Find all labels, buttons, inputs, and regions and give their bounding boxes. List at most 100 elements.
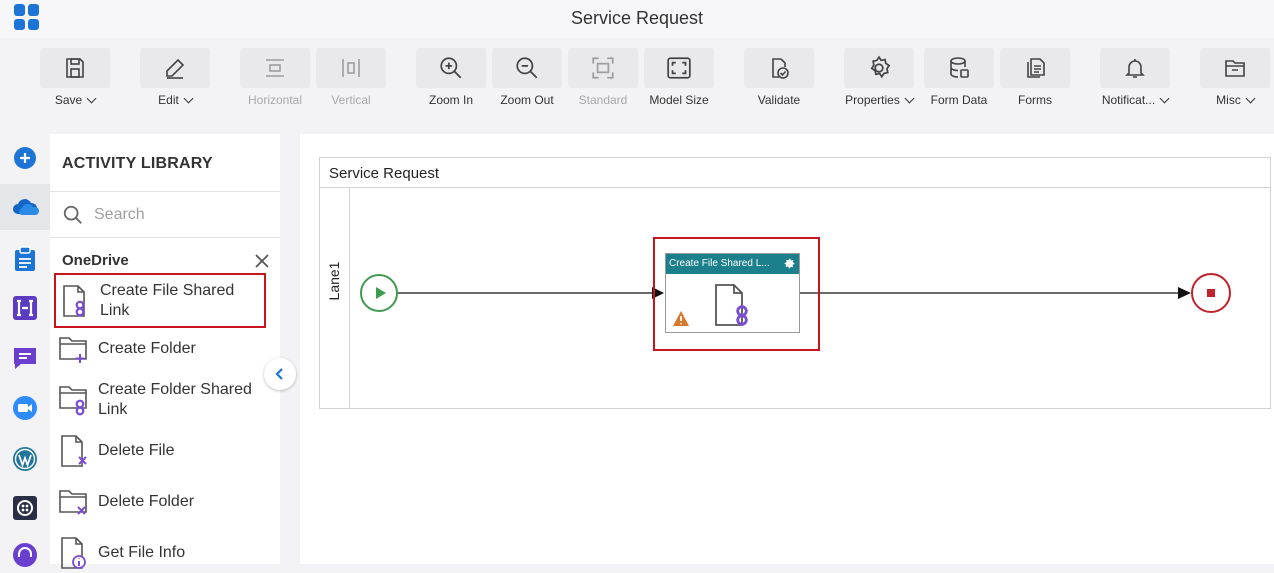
- activity-create-file-shared-link[interactable]: Create File Shared L...: [665, 253, 800, 333]
- library-item-create-folder-shared-link[interactable]: Create Folder Shared Link: [54, 377, 266, 423]
- zoom-out-button[interactable]: Zoom Out: [492, 48, 562, 107]
- folder-delete-icon: [59, 490, 87, 515]
- model-size-button[interactable]: Model Size: [644, 48, 714, 107]
- save-icon: [66, 58, 84, 78]
- add-icon[interactable]: [10, 143, 40, 173]
- model-size-label: Model Size: [649, 93, 709, 107]
- clipboard-icon[interactable]: [10, 244, 40, 274]
- library-item-create-file-shared-link[interactable]: Create File Shared Link: [54, 273, 266, 328]
- edit-label: Edit: [158, 93, 179, 107]
- activity-header: Create File Shared L...: [666, 254, 799, 274]
- file-delete-icon: [61, 435, 87, 467]
- file-info-icon: [61, 537, 86, 569]
- chevron-down-icon: [86, 93, 97, 103]
- bell-icon: [1125, 59, 1145, 78]
- properties-label: Properties: [845, 93, 900, 107]
- validate-icon: [772, 58, 789, 79]
- file-link-icon: [63, 284, 85, 317]
- search-icon: [63, 205, 82, 224]
- library-item-label: Delete File: [98, 442, 175, 459]
- horizontal-button[interactable]: Horizontal: [240, 48, 310, 107]
- zoom-in-button[interactable]: Zoom In: [416, 48, 486, 107]
- notifications-label: Notificat...: [1101, 93, 1156, 107]
- library-item-label: Create Folder Shared Link: [98, 381, 252, 418]
- library-item-label: Get File Info: [98, 544, 186, 561]
- fit-screen-icon: [667, 57, 691, 79]
- notifications-button[interactable]: Notificat...: [1100, 48, 1170, 107]
- save-button[interactable]: Save: [40, 48, 110, 107]
- vertical-layout-icon: [342, 59, 360, 77]
- vertical-label: Vertical: [331, 93, 371, 107]
- pool-header: Service Request: [320, 158, 1270, 188]
- end-event[interactable]: [1191, 273, 1231, 313]
- collapse-library-button[interactable]: [264, 358, 296, 390]
- search-input[interactable]: [94, 204, 274, 226]
- library-item-label: Create File Shared Link: [100, 281, 235, 319]
- library-item-label: Delete Folder: [98, 493, 195, 510]
- folder-add-icon: [59, 337, 87, 363]
- library-item-get-file-info[interactable]: Get File Info: [54, 533, 266, 573]
- misc-folder-icon: [1225, 60, 1245, 77]
- zoom-out-icon: [516, 57, 538, 79]
- forms-label: Forms: [1018, 93, 1052, 107]
- chevron-down-icon: [1245, 93, 1256, 103]
- library-title: ACTIVITY LIBRARY: [62, 155, 213, 172]
- chat-icon[interactable]: [10, 343, 40, 373]
- chevron-down-icon: [183, 93, 194, 103]
- onedrive-cloud-icon[interactable]: [10, 192, 40, 222]
- standard-size-icon: [592, 57, 614, 79]
- wordpress-icon[interactable]: [10, 444, 40, 474]
- file-link-icon: [715, 284, 748, 326]
- dashboard-app-icon[interactable]: [10, 493, 40, 523]
- library-item-delete-folder[interactable]: Delete Folder: [54, 482, 266, 522]
- forms-button[interactable]: Forms: [1000, 48, 1070, 107]
- zoom-out-label: Zoom Out: [500, 93, 554, 107]
- forms-icon: [1027, 58, 1045, 78]
- misc-label: Misc: [1216, 93, 1241, 107]
- close-icon[interactable]: [254, 253, 270, 269]
- form-data-label: Form Data: [930, 93, 988, 107]
- chevron-down-icon: [904, 93, 915, 103]
- zoom-in-label: Zoom In: [428, 93, 473, 107]
- zoom-in-icon: [440, 57, 462, 79]
- lane-header: Lane1: [320, 188, 350, 408]
- validate-button[interactable]: Validate: [744, 48, 814, 107]
- pencil-icon: [166, 58, 185, 79]
- library-item-create-folder[interactable]: Create Folder: [54, 329, 266, 369]
- library-item-delete-file[interactable]: Delete File: [54, 431, 266, 471]
- standard-label: Standard: [578, 93, 628, 107]
- divider: [50, 237, 280, 238]
- folder-link-icon: [59, 386, 87, 416]
- validate-label: Validate: [757, 93, 801, 107]
- properties-button[interactable]: Properties: [844, 48, 915, 107]
- support-headset-icon[interactable]: [10, 540, 40, 570]
- gear-icon[interactable]: [783, 257, 796, 270]
- horizontal-label: Horizontal: [247, 93, 303, 107]
- library-search: [50, 192, 280, 238]
- form-data-button[interactable]: Form Data: [924, 48, 994, 107]
- activity-library-panel: ACTIVITY LIBRARY OneDrive Create File Sh…: [50, 134, 280, 569]
- edit-button[interactable]: Edit: [140, 48, 210, 107]
- vertical-button[interactable]: Vertical: [316, 48, 386, 107]
- activity-title: Create File Shared L...: [669, 258, 770, 269]
- lane-name: Lane1: [326, 261, 342, 301]
- gear-icon: [870, 55, 891, 79]
- chevron-left-icon: [275, 368, 283, 380]
- page-title: Service Request: [570, 8, 704, 28]
- start-event[interactable]: [360, 274, 398, 312]
- horizontal-layout-icon: [266, 59, 284, 77]
- database-icon: [950, 57, 969, 78]
- pool-name: Service Request: [329, 165, 440, 182]
- toolbar: Save Edit Horizontal Vertical Zoom In Zo…: [0, 38, 1274, 114]
- save-label: Save: [54, 93, 83, 107]
- warning-icon[interactable]: [672, 310, 690, 327]
- zoom-video-icon[interactable]: [10, 393, 40, 423]
- title-bar: Service Request: [0, 0, 1274, 38]
- category-title: OneDrive: [62, 252, 129, 269]
- integration-app-icon[interactable]: [10, 293, 40, 323]
- standard-button[interactable]: Standard: [568, 48, 638, 107]
- process-canvas[interactable]: Service Request Lane1 Create File Shared…: [300, 134, 1274, 564]
- misc-button[interactable]: Misc: [1200, 48, 1270, 107]
- chevron-down-icon: [1159, 93, 1170, 103]
- library-item-label: Create Folder: [98, 340, 196, 357]
